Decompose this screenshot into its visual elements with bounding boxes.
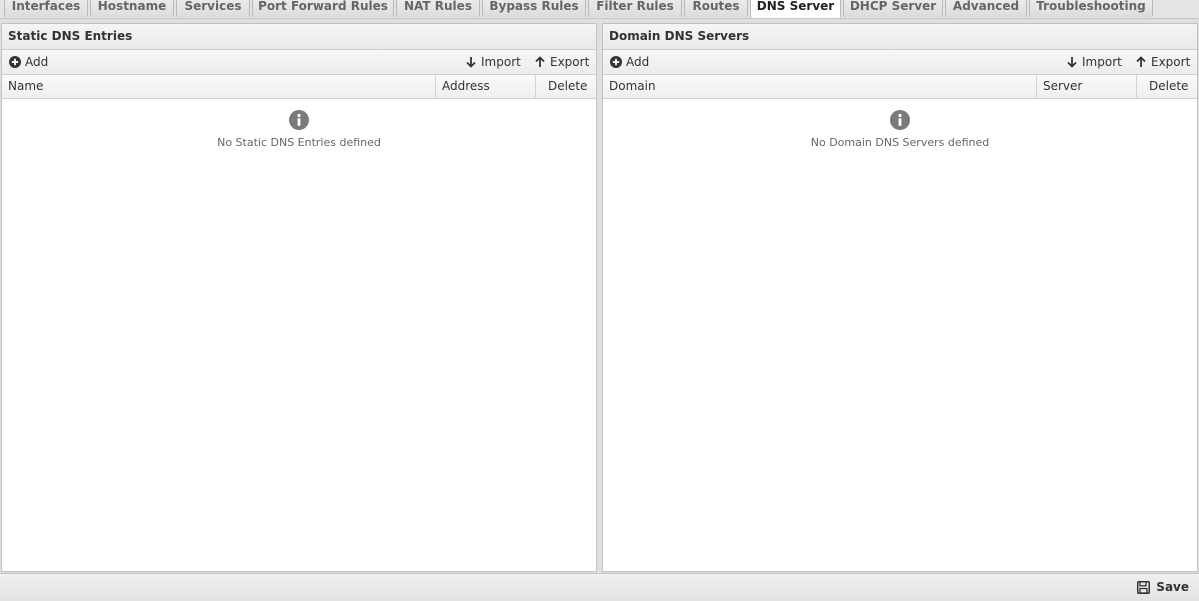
info-circle-icon	[890, 110, 910, 130]
tab-port-forward-rules[interactable]: Port Forward Rules	[252, 0, 394, 17]
export-button[interactable]: Export	[534, 50, 589, 74]
import-label: Import	[1082, 54, 1122, 69]
empty-text: No Domain DNS Servers defined	[810, 136, 990, 149]
tab-routes[interactable]: Routes	[684, 0, 748, 17]
floppy-disk-icon	[1137, 581, 1151, 594]
column-header-delete[interactable]: Delete	[536, 75, 596, 98]
grid-header: Name Address Delete	[2, 75, 596, 99]
save-label: Save	[1156, 580, 1189, 594]
tab-interfaces[interactable]: Interfaces	[4, 0, 88, 17]
column-header-domain[interactable]: Domain	[603, 75, 1037, 98]
tab-advanced[interactable]: Advanced	[945, 0, 1027, 17]
column-header-name[interactable]: Name	[2, 75, 436, 98]
toolbar: Add Import Export	[2, 50, 596, 75]
toolbar: Add Import Export	[603, 50, 1197, 75]
tab-bypass-rules[interactable]: Bypass Rules	[482, 0, 586, 17]
plus-circle-icon	[610, 56, 622, 68]
add-label: Add	[626, 54, 650, 69]
info-circle-icon	[289, 110, 309, 130]
tab-bar: Interfaces Hostname Services Port Forwar…	[0, 0, 1199, 19]
tab-hostname[interactable]: Hostname	[90, 0, 174, 17]
empty-message: No Domain DNS Servers defined	[603, 110, 1197, 149]
export-button[interactable]: Export	[1135, 50, 1190, 74]
tab-filter-rules[interactable]: Filter Rules	[588, 0, 682, 17]
export-label: Export	[550, 54, 590, 69]
empty-text: No Static DNS Entries defined	[217, 136, 381, 149]
plus-circle-icon	[9, 56, 21, 68]
domain-dns-panel: Domain DNS Servers Add Import Export Dom…	[602, 23, 1198, 572]
footer-bar: Save	[0, 573, 1199, 601]
tab-services[interactable]: Services	[176, 0, 250, 17]
tab-troubleshooting[interactable]: Troubleshooting	[1029, 0, 1153, 17]
column-header-server[interactable]: Server	[1037, 75, 1137, 98]
tab-dhcp-server[interactable]: DHCP Server	[843, 0, 943, 17]
arrow-down-icon	[465, 56, 477, 68]
static-dns-panel: Static DNS Entries Add Import Export Nam…	[1, 23, 597, 572]
import-button[interactable]: Import	[1066, 50, 1122, 74]
import-button[interactable]: Import	[465, 50, 521, 74]
tab-dns-server[interactable]: DNS Server	[750, 0, 841, 18]
save-button[interactable]: Save	[1137, 574, 1189, 601]
column-header-delete[interactable]: Delete	[1137, 75, 1197, 98]
panel-title: Domain DNS Servers	[603, 24, 1197, 50]
arrow-up-icon	[534, 56, 546, 68]
add-button[interactable]: Add	[610, 50, 649, 74]
arrow-up-icon	[1135, 56, 1147, 68]
column-header-address[interactable]: Address	[436, 75, 536, 98]
add-button[interactable]: Add	[9, 50, 48, 74]
grid-header: Domain Server Delete	[603, 75, 1197, 99]
import-label: Import	[481, 54, 521, 69]
add-label: Add	[25, 54, 49, 69]
panel-title: Static DNS Entries	[2, 24, 596, 50]
export-label: Export	[1151, 54, 1191, 69]
tab-nat-rules[interactable]: NAT Rules	[396, 0, 480, 17]
empty-message: No Static DNS Entries defined	[2, 110, 596, 149]
arrow-down-icon	[1066, 56, 1078, 68]
